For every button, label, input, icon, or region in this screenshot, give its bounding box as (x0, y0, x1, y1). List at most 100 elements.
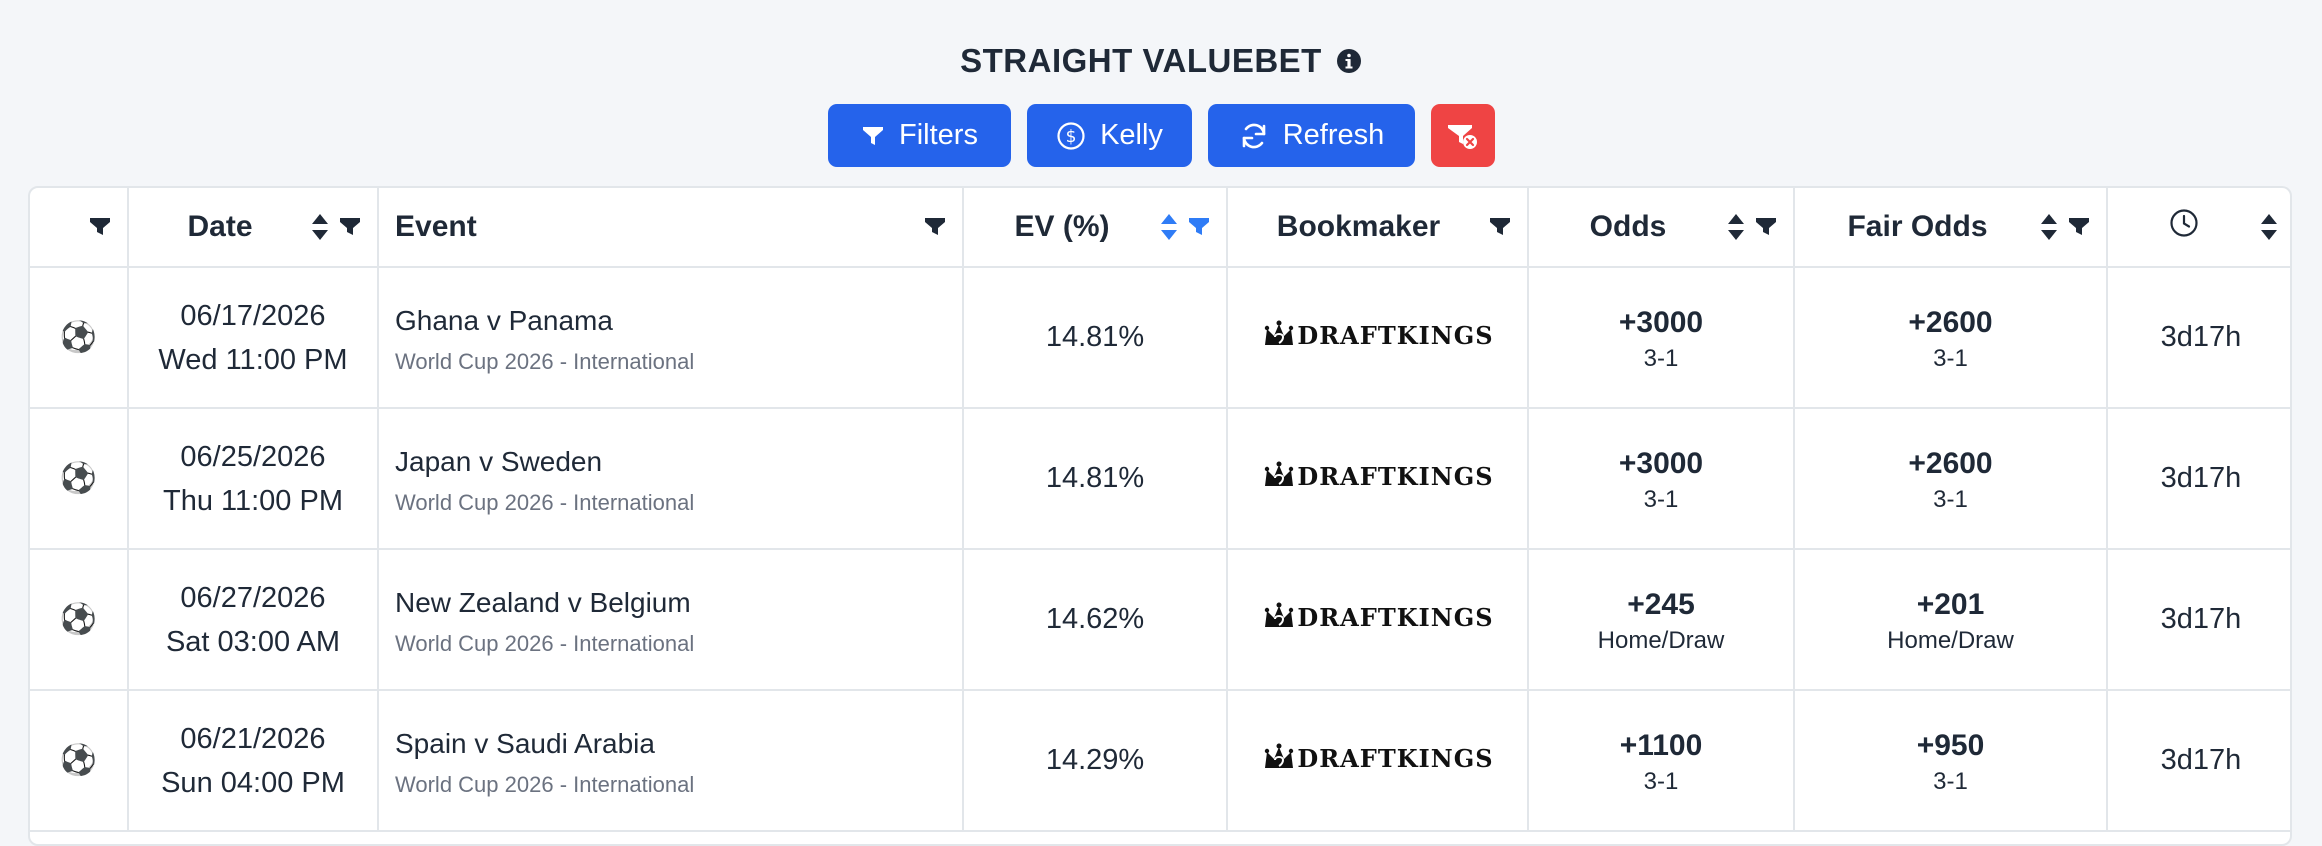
event-time: Sat 03:00 AM (165, 625, 341, 658)
event-column-header[interactable]: Event (378, 188, 964, 268)
event-name[interactable]: Spain v Saudi Arabia (395, 724, 962, 764)
draftkings-logo[interactable]: DRAFTKINGS (1261, 458, 1493, 494)
time-cell: 3d17h (2107, 690, 2290, 832)
ev-value: 14.81% (1045, 462, 1145, 494)
event-name[interactable]: New Zealand v Belgium (395, 583, 962, 623)
ev-cell: 14.81% (963, 408, 1228, 550)
clear-filters-button[interactable] (1431, 104, 1495, 167)
event-date: 06/25/2026 (180, 440, 326, 473)
fair-odds-header-label: Fair Odds (1847, 210, 1988, 243)
sort-active-icon[interactable] (1160, 212, 1178, 242)
sport-cell: ⚽ (30, 267, 129, 409)
soccer-ball-icon: ⚽ (59, 603, 98, 636)
ev-cell: 14.62% (963, 549, 1228, 691)
bookmaker-name: DRAFTKINGS (1297, 320, 1494, 350)
funnel-icon (861, 124, 885, 148)
soccer-ball-icon: ⚽ (59, 321, 98, 354)
ev-column-header[interactable]: EV (%) (963, 188, 1228, 268)
odds-cell: +245 Home/Draw (1528, 549, 1795, 691)
refresh-label: Refresh (1282, 119, 1385, 151)
svg-text:$: $ (1066, 127, 1077, 147)
date-cell: 06/21/2026 Sun 04:00 PM (128, 690, 379, 832)
bookmaker-name: DRAFTKINGS (1297, 743, 1494, 773)
bookmaker-cell[interactable]: DRAFTKINGS (1227, 267, 1529, 409)
filters-button[interactable]: Filters (828, 104, 1011, 167)
odds-market: 3-1 (1643, 767, 1679, 795)
bookmaker-header-label: Bookmaker (1276, 210, 1441, 243)
odds-header-label: Odds (1589, 210, 1667, 243)
event-league: World Cup 2026 - International (395, 348, 695, 374)
filter-icon[interactable] (1489, 217, 1511, 237)
event-date: 06/17/2026 (180, 299, 326, 332)
clock-icon (2169, 208, 2199, 246)
event-time: Wed 11:00 PM (158, 343, 348, 376)
kelly-button[interactable]: $ Kelly (1027, 104, 1192, 167)
draftkings-logo[interactable]: DRAFTKINGS (1261, 317, 1493, 353)
fair-odds-value: +201 (1916, 587, 1985, 621)
sport-cell: ⚽ (30, 549, 129, 691)
table-row[interactable]: ⚽ 06/17/2026 Wed 11:00 PM Ghana v Panama… (30, 267, 2290, 409)
event-cell: Ghana v Panama World Cup 2026 - Internat… (378, 267, 964, 409)
kelly-label: Kelly (1100, 119, 1163, 151)
odds-column-header[interactable]: Odds (1528, 188, 1795, 268)
soccer-ball-icon: ⚽ (59, 744, 98, 777)
time-cell: 3d17h (2107, 549, 2290, 691)
event-cell: Japan v Sweden World Cup 2026 - Internat… (378, 408, 964, 550)
bookmaker-column-header[interactable]: Bookmaker (1227, 188, 1529, 268)
odds-cell: +3000 3-1 (1528, 408, 1795, 550)
fair-odds-cell: +2600 3-1 (1794, 267, 2108, 409)
ev-cell: 14.29% (963, 690, 1228, 832)
event-date: 06/21/2026 (180, 722, 326, 755)
bookmaker-cell[interactable]: DRAFTKINGS (1227, 549, 1529, 691)
event-name[interactable]: Ghana v Panama (395, 301, 962, 341)
bookmaker-cell[interactable]: DRAFTKINGS (1227, 690, 1529, 832)
odds-market: 3-1 (1643, 485, 1679, 513)
filter-icon[interactable] (339, 217, 361, 237)
table-row[interactable]: ⚽ 06/25/2026 Thu 11:00 PM Japan v Sweden… (30, 408, 2290, 550)
filter-icon[interactable] (924, 217, 946, 237)
event-cell: Spain v Saudi Arabia World Cup 2026 - In… (378, 690, 964, 832)
crown-icon (1265, 320, 1294, 345)
date-cell: 06/27/2026 Sat 03:00 AM (128, 549, 379, 691)
event-league: World Cup 2026 - International (395, 489, 695, 515)
event-date: 06/27/2026 (180, 581, 326, 614)
crown-icon (1265, 743, 1294, 768)
filter-icon[interactable] (1755, 217, 1777, 237)
time-cell: 3d17h (2107, 267, 2290, 409)
toolbar: Filters $ Kelly Refresh (828, 104, 1495, 167)
draftkings-logo[interactable]: DRAFTKINGS (1261, 599, 1493, 635)
bookmaker-cell[interactable]: DRAFTKINGS (1227, 408, 1529, 550)
odds-cell: +1100 3-1 (1528, 690, 1795, 832)
refresh-button[interactable]: Refresh (1208, 104, 1415, 167)
filter-icon[interactable] (2068, 217, 2090, 237)
time-column-header[interactable] (2107, 188, 2290, 268)
fair-odds-column-header[interactable]: Fair Odds (1794, 188, 2108, 268)
fair-odds-market: 3-1 (1933, 485, 1968, 513)
dollar-circle-icon: $ (1056, 121, 1086, 151)
ev-cell: 14.81% (963, 267, 1228, 409)
event-time: Sun 04:00 PM (161, 766, 345, 799)
bookmaker-name: DRAFTKINGS (1297, 602, 1494, 632)
odds-market: Home/Draw (1597, 626, 1725, 654)
table-row[interactable]: ⚽ 06/27/2026 Sat 03:00 AM New Zealand v … (30, 549, 2290, 691)
date-cell: 06/25/2026 Thu 11:00 PM (128, 408, 379, 550)
time-cell: 3d17h (2107, 408, 2290, 550)
page-header: STRAIGHT VALUEBET (0, 42, 2322, 88)
draftkings-logo[interactable]: DRAFTKINGS (1261, 740, 1493, 776)
date-cell: 06/17/2026 Wed 11:00 PM (128, 267, 379, 409)
info-circle-icon[interactable] (1336, 48, 1362, 74)
event-name[interactable]: Japan v Sweden (395, 442, 962, 482)
ev-value: 14.29% (1045, 744, 1145, 776)
fair-odds-market: 3-1 (1933, 767, 1968, 795)
sort-icon[interactable] (311, 212, 329, 242)
date-column-header[interactable]: Date (128, 188, 379, 268)
sort-icon[interactable] (1727, 212, 1745, 242)
sort-icon[interactable] (2040, 212, 2058, 242)
table-row[interactable]: ⚽ 06/21/2026 Sun 04:00 PM Spain v Saudi … (30, 690, 2290, 832)
filter-icon[interactable] (89, 217, 111, 237)
fair-odds-market: Home/Draw (1887, 626, 2014, 654)
countdown: 3d17h (2160, 603, 2242, 635)
filter-active-icon[interactable] (1188, 217, 1210, 237)
fair-odds-market: 3-1 (1933, 344, 1968, 372)
sort-icon[interactable] (2260, 212, 2278, 242)
